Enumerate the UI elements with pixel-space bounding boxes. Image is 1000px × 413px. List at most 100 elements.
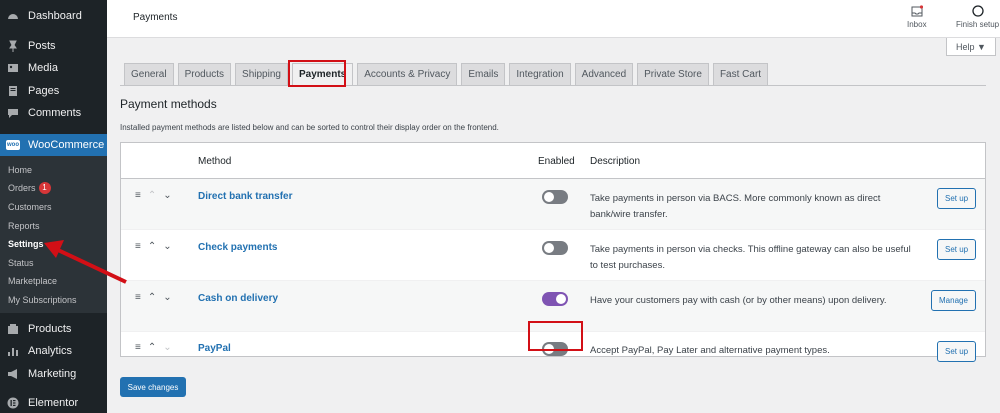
inbox-button[interactable]: Inbox — [907, 5, 927, 29]
submenu-item-status[interactable]: Status — [0, 253, 107, 272]
enabled-toggle[interactable] — [542, 190, 568, 204]
section-title: Payment methods — [120, 97, 217, 111]
sidebar-item-label: Marketing — [28, 367, 77, 380]
enabled-toggle[interactable] — [542, 241, 568, 255]
payment-method-link[interactable]: Cash on delivery — [198, 293, 278, 304]
sidebar-item-elementor[interactable]: Elementor — [0, 392, 107, 413]
sidebar-item-posts[interactable]: Posts — [0, 35, 107, 58]
tab-shipping[interactable]: Shipping — [235, 63, 288, 85]
pin-icon — [6, 39, 19, 52]
woocommerce-icon: woo — [6, 139, 20, 150]
admin-sidebar: Dashboard Posts Media Pages Comments woo… — [0, 0, 107, 413]
sidebar-item-label: Posts — [28, 39, 56, 52]
finish-setup-label: Finish setup — [956, 20, 1000, 29]
sidebar-item-label: Dashboard — [28, 10, 82, 23]
drag-handle-icon[interactable]: ≡ — [135, 190, 141, 201]
sidebar-item-label: Analytics — [28, 345, 73, 357]
move-up-icon: ⌃ — [147, 190, 157, 201]
sidebar-item-label: Products — [28, 322, 72, 335]
sidebar-item-products[interactable]: Products — [0, 317, 107, 340]
drag-handle-icon[interactable]: ≡ — [135, 342, 141, 353]
setup-button[interactable]: Set up — [937, 239, 977, 260]
payment-method-link[interactable]: Direct bank transfer — [198, 191, 292, 202]
submenu-label: Reports — [8, 220, 40, 231]
submenu-item-marketplace[interactable]: Marketplace — [0, 272, 107, 291]
sidebar-item-analytics[interactable]: Analytics — [0, 340, 107, 363]
orders-count-badge: 1 — [38, 182, 51, 195]
setup-button[interactable]: Set up — [937, 341, 977, 362]
column-header-method: Method — [198, 156, 232, 167]
analytics-icon — [6, 345, 19, 358]
move-down-icon: ⌄ — [163, 342, 172, 353]
finish-setup-button[interactable]: Finish setup — [956, 5, 999, 29]
tab-accounts-privacy[interactable]: Accounts & Privacy — [357, 63, 458, 85]
move-down-icon[interactable]: ⌄ — [163, 241, 171, 252]
move-up-icon[interactable]: ⌃ — [148, 241, 156, 252]
sidebar-item-label: WooCommerce — [28, 138, 105, 151]
page-title: Payments — [133, 12, 178, 23]
page-icon — [6, 84, 19, 97]
submenu-label: My Subscriptions — [8, 294, 77, 305]
sidebar-item-comments[interactable]: Comments — [0, 102, 107, 125]
sidebar-item-woocommerce[interactable]: woo WooCommerce — [0, 133, 107, 156]
submenu-label: Marketplace — [8, 276, 58, 287]
submenu-item-settings[interactable]: Settings — [0, 235, 107, 254]
help-tab[interactable]: Help ▼ — [946, 38, 996, 56]
sort-controls: ≡ ⌃ ⌄ — [135, 241, 172, 252]
tab-emails[interactable]: Emails — [461, 63, 506, 85]
submenu-label: Settings — [8, 239, 44, 250]
media-icon — [6, 62, 19, 75]
comment-icon — [6, 107, 19, 120]
submenu-item-my-subscriptions[interactable]: My Subscriptions — [0, 291, 107, 310]
move-up-icon[interactable]: ⌃ — [148, 342, 156, 353]
tab-general[interactable]: General — [124, 63, 174, 85]
table-header: Method Enabled Description — [121, 143, 985, 179]
elementor-icon — [6, 397, 19, 410]
inbox-label: Inbox — [907, 20, 927, 29]
method-description: Accept PayPal, Pay Later and alternative… — [590, 345, 830, 356]
column-header-enabled: Enabled — [538, 156, 575, 167]
submenu-label: Home — [8, 164, 33, 175]
submenu-label: Status — [8, 257, 34, 268]
products-icon — [6, 322, 19, 335]
payment-method-link[interactable]: PayPal — [198, 343, 231, 354]
sidebar-item-label: Media — [28, 62, 58, 75]
sidebar-item-pages[interactable]: Pages — [0, 80, 107, 103]
section-description: Installed payment methods are listed bel… — [120, 123, 499, 132]
progress-circle-icon — [971, 5, 984, 17]
setup-button[interactable]: Set up — [937, 188, 977, 209]
tab-advanced[interactable]: Advanced — [574, 63, 634, 85]
sidebar-item-marketing[interactable]: Marketing — [0, 362, 107, 385]
manage-button[interactable]: Manage — [931, 290, 976, 311]
sidebar-item-media[interactable]: Media — [0, 57, 107, 80]
inbox-icon — [911, 5, 923, 17]
sidebar-item-dashboard[interactable]: Dashboard — [0, 5, 107, 28]
tab-integration[interactable]: Integration — [509, 63, 571, 85]
drag-handle-icon[interactable]: ≡ — [135, 241, 141, 252]
submenu-item-home[interactable]: Home — [0, 161, 107, 180]
payments-tab-highlight — [288, 60, 346, 87]
method-description: Take payments in person via BACS. More c… — [590, 193, 881, 220]
megaphone-icon — [6, 367, 19, 380]
submenu-label: Orders — [8, 183, 36, 194]
woocommerce-submenu: Home Orders 1 Customers Reports Settings … — [0, 155, 107, 314]
column-header-description: Description — [590, 156, 641, 167]
move-up-icon[interactable]: ⌃ — [148, 292, 156, 303]
sort-controls: ≡ ⌃ ⌄ — [135, 292, 172, 303]
top-header: Payments Inbox Finish setup — [107, 0, 1000, 38]
submenu-item-reports[interactable]: Reports — [0, 216, 107, 235]
tab-private-store[interactable]: Private Store — [637, 63, 709, 85]
table-row: ≡ ⌃ ⌄ Check payments Take payments in pe… — [121, 230, 985, 281]
tab-products[interactable]: Products — [177, 63, 232, 85]
submenu-item-customers[interactable]: Customers — [0, 198, 107, 217]
submenu-item-orders[interactable]: Orders 1 — [0, 179, 107, 198]
tab-fast-cart[interactable]: Fast Cart — [712, 63, 769, 85]
move-down-icon[interactable]: ⌄ — [163, 292, 171, 303]
move-down-icon[interactable]: ⌄ — [163, 190, 171, 201]
drag-handle-icon[interactable]: ≡ — [135, 292, 141, 303]
table-row: ≡ ⌃ ⌄ Direct bank transfer Take payments… — [121, 179, 985, 230]
save-changes-button[interactable]: Save changes — [120, 377, 186, 397]
payment-method-link[interactable]: Check payments — [198, 242, 277, 253]
enabled-toggle[interactable] — [542, 292, 568, 306]
tabs-divider — [120, 85, 986, 86]
